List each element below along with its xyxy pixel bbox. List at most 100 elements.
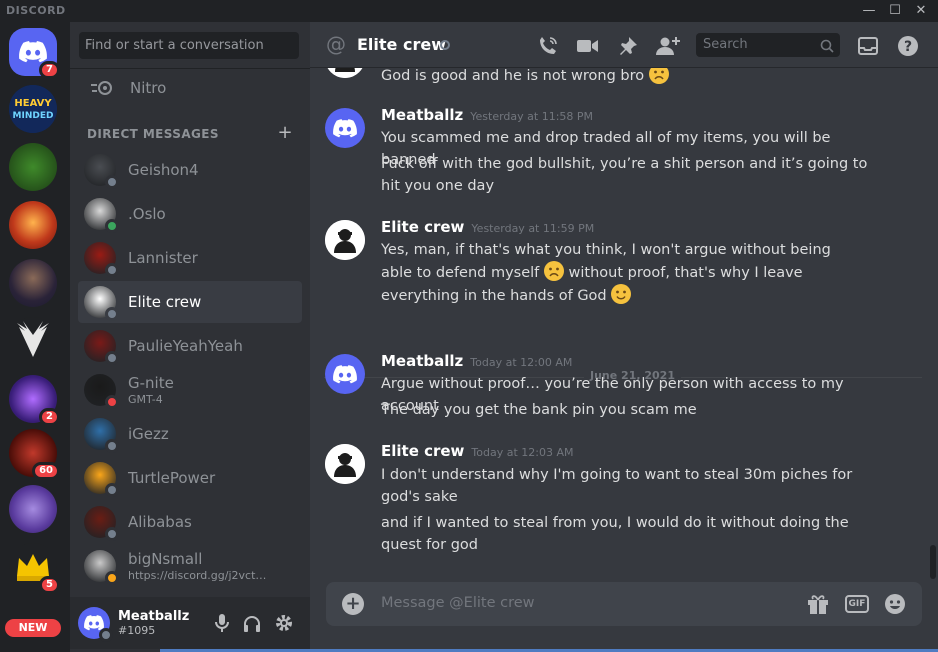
dm-text: Lannister: [128, 249, 198, 267]
avatar: [84, 286, 119, 321]
message-avatar[interactable]: [325, 108, 365, 148]
dm-text: bigNsmall https://discord.gg/j2vct…: [128, 550, 266, 582]
avatar: [84, 154, 119, 189]
message-author[interactable]: Elite crew: [381, 442, 464, 460]
nitro-link[interactable]: Nitro: [78, 72, 302, 104]
search-placeholder: Search: [703, 37, 748, 52]
message-text: Fuck off with the god bullshit, you’re a…: [381, 156, 868, 194]
server-red[interactable]: 60: [9, 429, 60, 480]
sidebar-divider: [70, 68, 310, 69]
server-bearded[interactable]: [9, 259, 57, 307]
avatar: [84, 550, 119, 585]
message-text: The day you get the bank pin you scam me: [381, 402, 697, 418]
minimize-button[interactable]: —: [858, 0, 880, 22]
server-purple-flower[interactable]: [9, 485, 57, 533]
message-author[interactable]: Meatballz: [381, 352, 463, 370]
dm-item-bignsmall[interactable]: bigNsmall https://discord.gg/j2vct…: [78, 545, 302, 587]
message-timestamp: Today at 12:00 AM: [470, 356, 573, 369]
gift-icon[interactable]: [806, 592, 830, 616]
search-icon: [820, 38, 834, 62]
discord-logo-icon: [19, 41, 47, 63]
server-wings[interactable]: [9, 317, 57, 365]
message-scrollbar[interactable]: [930, 545, 936, 579]
message-input[interactable]: Message @Elite crew: [381, 595, 535, 611]
attach-plus-button[interactable]: +: [342, 593, 364, 615]
pin-icon[interactable]: [616, 34, 640, 58]
home-badge: 7: [39, 61, 60, 79]
message-text: I don't understand why I'm going to want…: [381, 467, 853, 505]
dm-item-g-nite[interactable]: G-nite GMT-4: [78, 369, 302, 411]
avatar: [84, 374, 119, 409]
microphone-icon[interactable]: [212, 613, 232, 633]
maximize-button[interactable]: ☐: [884, 0, 906, 22]
message-search-input[interactable]: Search: [696, 33, 840, 57]
server-crown[interactable]: 5: [9, 543, 60, 594]
message-timestamp: Yesterday at 11:59 PM: [471, 222, 595, 235]
svg-text:HEAVY: HEAVY: [14, 98, 52, 109]
message-avatar[interactable]: [325, 220, 365, 260]
dm-custom-status: https://discord.gg/j2vct…: [128, 569, 267, 582]
dm-name: Elite crew: [128, 293, 202, 311]
dm-name: PaulieYeahYeah: [128, 337, 243, 355]
channel-title: Elite crew: [357, 35, 446, 54]
server-green[interactable]: [9, 143, 57, 191]
message-text: Yes, man, if that's what you think, I wo…: [381, 239, 851, 307]
status-indicator: [105, 263, 119, 277]
discord-logo-icon: [333, 118, 357, 137]
dm-item-oslo[interactable]: .Oslo: [78, 193, 302, 235]
conversation-search[interactable]: Find or start a conversation: [79, 32, 299, 59]
dm-text: Alibabas: [128, 513, 192, 531]
server-purple-box[interactable]: 2: [9, 375, 60, 426]
dm-text: Elite crew: [128, 293, 201, 311]
message-list: God is good and he is not wrong bro Meat…: [310, 68, 938, 580]
dm-item-lannister[interactable]: Lannister: [78, 237, 302, 279]
message-avatar[interactable]: [325, 444, 365, 484]
headphones-icon[interactable]: [242, 613, 262, 633]
message-avatar[interactable]: [325, 68, 365, 78]
status-indicator: [105, 395, 119, 409]
dm-item-igezz[interactable]: iGezz: [78, 413, 302, 455]
message-composer[interactable]: + Message @Elite crew GIF: [326, 582, 922, 626]
dm-name: G-nite: [128, 374, 174, 392]
server-badge: 60: [32, 462, 60, 480]
message-text: and if I wanted to steal from you, I wou…: [381, 515, 849, 553]
home-button[interactable]: 7: [9, 28, 60, 79]
inbox-icon[interactable]: [856, 34, 880, 58]
message-avatar[interactable]: [325, 354, 365, 394]
server-red-demon[interactable]: [9, 201, 57, 249]
video-call-icon[interactable]: [576, 34, 600, 58]
svg-text:?: ?: [904, 39, 912, 55]
dm-section-header: DIRECT MESSAGES +: [87, 124, 293, 142]
emoji-picker-icon[interactable]: [883, 592, 907, 616]
avatar: [84, 418, 119, 453]
message-author[interactable]: Meatballz: [381, 106, 463, 124]
server-heavy-minded[interactable]: HEAVY MINDED: [9, 85, 57, 133]
dm-item-geishon4[interactable]: Geishon4: [78, 149, 302, 191]
nitro-icon: [86, 81, 118, 95]
create-dm-button[interactable]: +: [278, 124, 293, 142]
user-info: Meatballz #1095: [118, 609, 189, 637]
close-button[interactable]: ✕: [910, 0, 932, 22]
message-author[interactable]: Elite crew: [381, 218, 464, 236]
add-friend-icon[interactable]: [656, 34, 680, 58]
dm-item-alibabas[interactable]: Alibabas: [78, 501, 302, 543]
discord-window: DISCORD — ☐ ✕ 7 HEAVY MINDED 2 60 5 NEW …: [0, 0, 938, 652]
dm-text: TurtlePower: [128, 469, 215, 487]
voice-call-icon[interactable]: [536, 34, 560, 58]
gear-icon[interactable]: [274, 613, 294, 633]
dm-name: Alibabas: [128, 513, 192, 531]
message-header: Meatballz Today at 12:00 AM: [381, 352, 572, 370]
dm-text: iGezz: [128, 425, 169, 443]
dm-custom-status: GMT-4: [128, 393, 163, 406]
message-header: Meatballz Yesterday at 11:58 PM: [381, 106, 593, 124]
elite-crew-avatar-icon: [325, 220, 365, 260]
user-avatar[interactable]: [78, 607, 113, 642]
new-badge[interactable]: NEW: [5, 619, 61, 637]
gif-button[interactable]: GIF: [845, 595, 869, 613]
dm-item-paulieyeahyeah[interactable]: PaulieYeahYeah: [78, 325, 302, 367]
help-icon[interactable]: ?: [896, 34, 920, 58]
dm-item-elite-crew[interactable]: Elite crew: [78, 281, 302, 323]
dm-text: PaulieYeahYeah: [128, 337, 243, 355]
dm-item-turtlepower[interactable]: TurtlePower: [78, 457, 302, 499]
chat-area: @ Elite crew Search ? God is good and he…: [310, 22, 938, 652]
